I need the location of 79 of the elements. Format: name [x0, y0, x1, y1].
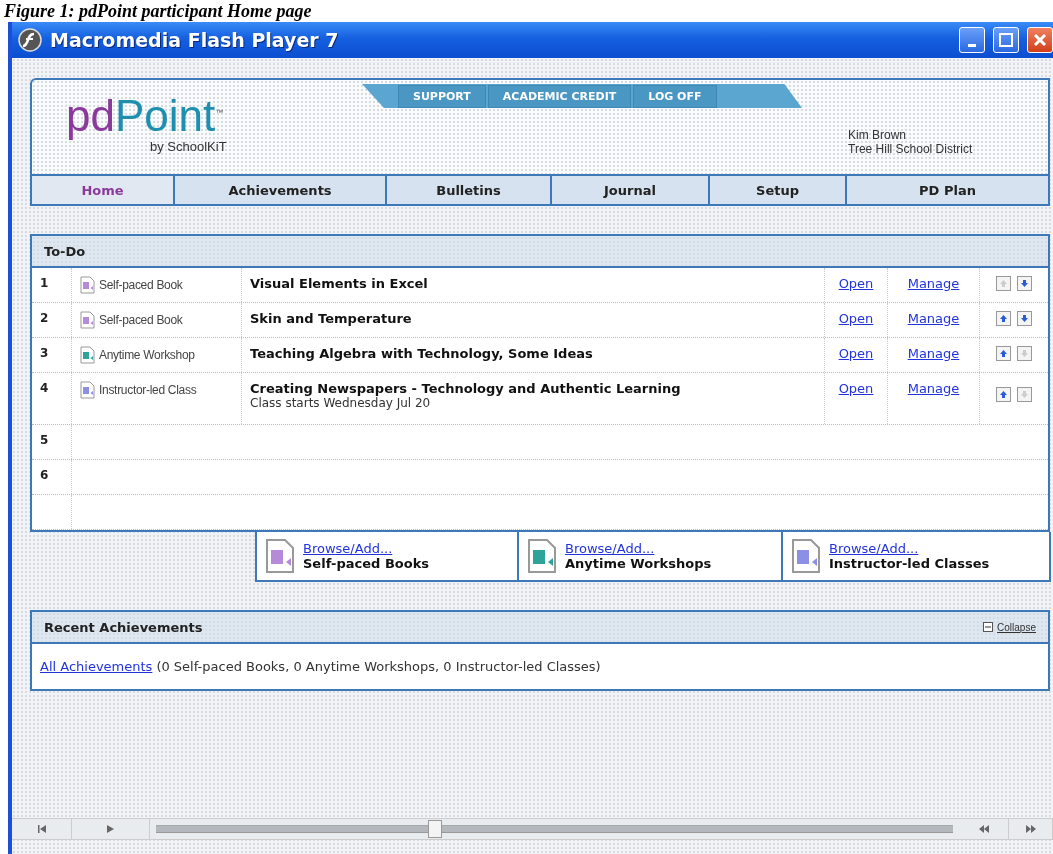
browse-label: Anytime Workshops — [565, 556, 712, 571]
move-down-button[interactable] — [1017, 311, 1032, 326]
manage-link[interactable]: Manage — [907, 276, 960, 291]
move-down-button[interactable] — [1017, 276, 1032, 291]
browse-label: Self-paced Books — [303, 556, 430, 571]
fast-forward-icon — [1025, 825, 1036, 833]
open-link[interactable]: Open — [838, 276, 874, 291]
item-type: Instructor-led Class — [99, 383, 197, 397]
document-icon — [265, 538, 295, 574]
browse-link[interactable]: Browse/Add... — [565, 541, 712, 556]
down-arrow-icon — [1020, 279, 1029, 288]
user-district: Tree Hill School District — [848, 142, 974, 156]
panel-title: To-Do — [44, 243, 87, 259]
document-icon — [527, 538, 557, 574]
all-achievements-link[interactable]: All Achievements — [40, 659, 153, 674]
play-icon — [107, 825, 114, 833]
open-link[interactable]: Open — [838, 381, 874, 396]
close-button[interactable] — [1027, 27, 1053, 53]
browse-link[interactable]: Browse/Add... — [303, 541, 430, 556]
document-icon — [80, 276, 95, 294]
figure-caption: Figure 1: pdPoint participant Home page — [3, 0, 313, 22]
manage-link[interactable]: Manage — [907, 311, 960, 326]
up-arrow-icon — [999, 349, 1008, 358]
item-title: Skin and Temperature — [250, 311, 413, 326]
rewind-icon — [978, 825, 989, 833]
move-up-button[interactable] — [996, 346, 1011, 361]
skip-back-icon — [37, 825, 46, 833]
nav-tab[interactable]: Bulletins — [387, 176, 552, 204]
logo: pdPoint$^{™}$ — [66, 90, 225, 139]
up-arrow-icon — [999, 390, 1008, 399]
achievement-summary: (0 Self-paced Books, 0 Anytime Workshops, 0 Instructor-led Classes) — [156, 659, 601, 674]
row-number: 4 — [40, 381, 50, 395]
nav-tab[interactable]: Journal — [552, 176, 710, 204]
item-type: Self-paced Book — [99, 278, 183, 292]
manage-link[interactable]: Manage — [907, 381, 960, 396]
up-arrow-icon — [999, 314, 1008, 323]
manage-link[interactable]: Manage — [907, 346, 960, 361]
minimize-button[interactable] — [959, 27, 985, 53]
row-number: 2 — [40, 311, 50, 325]
row-number: 5 — [40, 433, 50, 447]
nav-tab[interactable]: PD Plan — [847, 176, 1048, 204]
open-link[interactable]: Open — [838, 346, 874, 361]
item-subtitle: Class starts Wednesday Jul 20 — [250, 396, 432, 410]
document-icon — [791, 538, 821, 574]
collapse-link[interactable]: Collapse — [997, 621, 1036, 633]
window-title: Macromedia Flash Player 7 — [50, 29, 340, 51]
flash-logo-icon — [18, 28, 42, 52]
document-icon — [80, 311, 95, 329]
nav-tab[interactable]: Setup — [710, 176, 847, 204]
maximize-button[interactable] — [993, 27, 1019, 53]
down-arrow-icon — [1020, 349, 1029, 358]
item-title: Teaching Algebra with Technology, Some Ideas — [250, 346, 594, 361]
open-link[interactable]: Open — [838, 311, 874, 326]
row-number: 6 — [40, 468, 50, 482]
nav-tab[interactable]: Achievements — [175, 176, 387, 204]
item-title: Creating Newspapers - Technology and Authentic Learning — [250, 381, 682, 396]
collapse-icon — [983, 622, 994, 632]
document-icon — [80, 381, 95, 399]
row-number: 1 — [40, 276, 50, 290]
document-icon — [80, 346, 95, 364]
item-type: Self-paced Book — [99, 313, 183, 327]
item-type: Anytime Workshop — [99, 348, 195, 362]
down-arrow-icon — [1020, 314, 1029, 323]
user-name: Kim Brown — [848, 128, 907, 142]
panel-title: Recent Achievements — [44, 619, 204, 635]
logo-byline: by SchoolKiT — [150, 138, 228, 154]
slider-thumb[interactable] — [427, 820, 442, 838]
up-arrow-icon — [999, 279, 1008, 288]
move-up-button[interactable] — [996, 311, 1011, 326]
minimize-icon — [968, 43, 976, 47]
nav-tab[interactable]: Home — [32, 176, 175, 204]
browse-label: Instructor-led Classes — [829, 556, 990, 571]
item-title: Visual Elements in Excel — [250, 276, 429, 291]
close-icon — [1033, 33, 1047, 47]
row-number: 3 — [40, 346, 50, 360]
maximize-icon — [999, 33, 1013, 47]
down-arrow-icon — [1020, 390, 1029, 399]
browse-link[interactable]: Browse/Add... — [829, 541, 990, 556]
move-up-button[interactable] — [996, 387, 1011, 402]
